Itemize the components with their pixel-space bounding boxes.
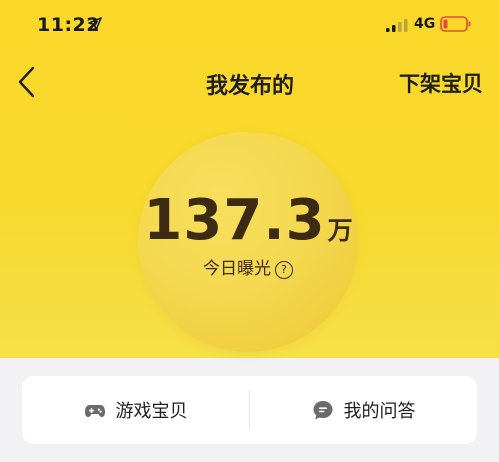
page-title: 我发布的 [205, 74, 294, 99]
exposure-value-row: 137.3万 [138, 188, 358, 253]
exposure-stat-circle: 137.3万 今日曝光? [138, 132, 358, 352]
chevron-left-icon [18, 66, 35, 98]
shortcut-card: 游戏宝贝 我的问答 [22, 376, 477, 444]
exposure-unit: 万 [327, 216, 353, 245]
location-arrow-icon [88, 17, 102, 31]
question-circle-icon[interactable]: ? [275, 261, 293, 279]
cellular-signal-icon [386, 19, 408, 32]
chat-bubble-icon [313, 401, 332, 420]
my-qa-button[interactable]: 我的问答 [250, 376, 477, 444]
back-button[interactable] [10, 64, 44, 100]
battery-icon [440, 16, 471, 32]
status-bar: 11:22 4G [0, 0, 499, 52]
delist-items-button[interactable]: 下架宝贝 [399, 68, 483, 98]
my-qa-label: 我的问答 [343, 401, 416, 422]
exposure-value: 137.3 [143, 188, 326, 253]
gamepad-icon [84, 405, 105, 417]
nav-bar: 我发布的 下架宝贝 [0, 56, 499, 108]
network-label: 4G [414, 16, 436, 32]
exposure-label-row: 今日曝光? [138, 254, 358, 279]
exposure-label: 今日曝光 [203, 259, 271, 279]
game-items-label: 游戏宝贝 [115, 401, 188, 422]
game-items-button[interactable]: 游戏宝贝 [22, 376, 249, 444]
